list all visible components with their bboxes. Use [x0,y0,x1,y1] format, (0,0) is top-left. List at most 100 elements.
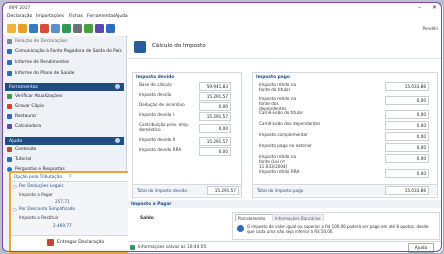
ajuda-title: Ajuda [9,138,23,144]
imposto-devido-title: Imposto devido [136,75,175,80]
row-value-field[interactable]: 0,00 [385,121,429,130]
total-devido-field[interactable]: 15.291,57 [207,186,239,195]
imposto-devido-panel: Imposto devido Base de cálculo 59.941,83… [132,72,242,198]
copy-icon [7,104,12,109]
help-button[interactable]: Ajuda [408,243,434,253]
imposto-pagar-label: Imposto a Pagar [19,192,53,197]
close-icon[interactable]: ✕ [432,4,437,11]
imposto-pago-panel: Imposto pago Imposto retido na fonte do … [252,72,438,198]
saldo-label: Saldo [140,216,154,221]
row-label: Imposto complementar [259,132,308,137]
sidebar-item-atualizacoes[interactable]: Verificar Atualizações [15,94,62,99]
row-value-field[interactable]: 0,00 [385,132,429,141]
check-icon[interactable] [62,24,71,33]
row-label: Imposto retido na fonte dos dependentes [259,96,297,111]
receipt-icon[interactable] [95,24,104,33]
menu-importacoes[interactable]: Importações [36,14,64,19]
page-header: Cálculo do Imposto [128,36,441,59]
sidebar-item-informe-saude[interactable]: Informe do Plano de Saúde [15,71,74,76]
row-value-field[interactable]: 15.291,57 [199,92,231,101]
sidebar-item-relacao[interactable]: Relação de Declarações [15,39,68,44]
row-value-field[interactable]: 15.291,57 [199,112,231,121]
radio-desconto-simplificado[interactable]: ○ [13,207,17,212]
row-label: Imposto retido na fonte do titular [259,82,297,92]
row-value: 0,00 [416,134,426,139]
row-label: Imposto devido [139,92,172,97]
row-value: 0,00 [218,149,228,154]
row-label: Imposto pago no exterior [259,143,312,148]
row-value-field[interactable]: 59.941,83 [199,82,231,91]
save-icon[interactable] [29,24,38,33]
row-value-field[interactable]: 0,00 [385,169,429,178]
menu-fichas[interactable]: Fichas [69,14,83,19]
document-icon [7,49,12,54]
imposto-restituir-value: 2.469,77 [53,223,72,228]
menu-declaracao[interactable]: Declaração [7,14,32,19]
row-label: Carnê-Leão do titular [259,110,304,115]
row-value-field[interactable]: 0,00 [199,124,231,133]
tab-informacoes-bancarias-label: Informações Bancárias [275,215,321,221]
main-content: Cálculo do Imposto Imposto devido Base d… [128,36,441,253]
row-value: 0,00 [416,171,426,176]
sidebar-item-gravar-copia[interactable]: Gravar Cópia [15,104,44,109]
open-folder-icon[interactable] [18,24,27,33]
page-title: Cálculo do Imposto [152,43,206,49]
pendencias-link[interactable]: Pendên [423,26,439,31]
entregar-declaracao-label: Entregar Declaração [57,240,105,245]
sidebar-item-calculadora[interactable]: Calculadora [15,124,41,129]
sidebar-item-comunicacao[interactable]: Comunicação à Fonte Pagadora de Saída do… [15,49,122,54]
imposto-pagar-header: Imposto a Pagar [128,200,441,208]
menu-ferramentas[interactable]: Ferramentas [87,14,115,19]
tab-parcelamento[interactable]: Parcelamento [235,214,273,221]
print-icon[interactable] [51,24,60,33]
ajuda-header[interactable]: Ajuda [5,137,124,145]
collapse-chevron-icon[interactable] [115,84,120,89]
help-book-icon[interactable] [106,24,115,33]
calculator-icon [7,124,12,129]
row-value: 59.941,83 [206,84,228,89]
row-value: 15.291,57 [206,114,228,119]
saved-check-icon [130,245,135,250]
collapse-chevron-icon[interactable] [115,138,120,143]
ferramentas-header[interactable]: Ferramentas [5,83,124,91]
row-value: 0,00 [416,145,426,150]
row-value-field[interactable]: 0,00 [199,147,231,156]
transmit-icon[interactable] [73,24,82,33]
search-icon[interactable]: ⌕ [69,173,72,179]
row-value-field[interactable]: 0,00 [199,102,231,111]
tab-informacoes-bancarias[interactable]: Informações Bancárias [272,214,324,221]
row-label: Imposto retido RRA [259,169,300,174]
menu-ajuda[interactable]: Ajuda [115,14,128,19]
imposto-pago-title: Imposto pago [256,75,290,80]
row-value: 15.291,57 [206,139,228,144]
import-icon[interactable] [40,24,49,33]
row-value: 0,00 [416,123,426,128]
total-pago-field[interactable]: 15.033,86 [385,186,429,195]
row-value-field[interactable]: 0,00 [385,143,429,152]
row-label: Imposto devido RRA [139,147,182,152]
row-value-field[interactable]: 0,00 [385,110,429,119]
parcelamento-info: O imposto de valor igual ou superior a R… [247,224,429,234]
row-label: Imposto retido na fonte (Lei nº 11.033/2… [259,154,297,169]
sidebar-item-restaurar[interactable]: Restaurar [15,114,36,119]
status-bar: Informações salvas às 16:44:05. Ajuda [128,241,441,253]
radio-deducoes-legais[interactable]: ○ [13,184,17,189]
document-icon [7,71,12,76]
row-value: 0,00 [416,98,426,103]
entregar-declaracao-button[interactable]: Entregar Declaração [11,235,128,249]
sidebar-item-conteudo[interactable]: Conteúdo [15,147,36,152]
sidebar-item-informe-rendimentos[interactable]: Informe de Rendimentos [15,60,69,65]
status-text: Informações salvas às 16:44:05. [138,245,208,250]
refresh-icon [7,94,12,99]
minimize-icon[interactable]: – [418,4,421,11]
verify-icon[interactable] [84,24,93,33]
row-value-field[interactable]: 15.291,57 [199,137,231,146]
row-label: Carnê-Leão dos dependentes [259,121,321,126]
new-file-icon[interactable] [7,24,16,33]
app-window: IRPF 2017 – ✕ Declaração Importações Fic… [2,2,444,254]
sidebar-item-tutorial[interactable]: Tutorial [15,157,31,162]
row-value-field[interactable]: 0,00 [385,96,429,105]
row-value-field[interactable]: 15.033,86 [385,82,429,91]
row-value-field[interactable]: 0,00 [385,154,429,163]
desconto-simplificado-label: Por Desconto Simplificado [19,207,76,212]
